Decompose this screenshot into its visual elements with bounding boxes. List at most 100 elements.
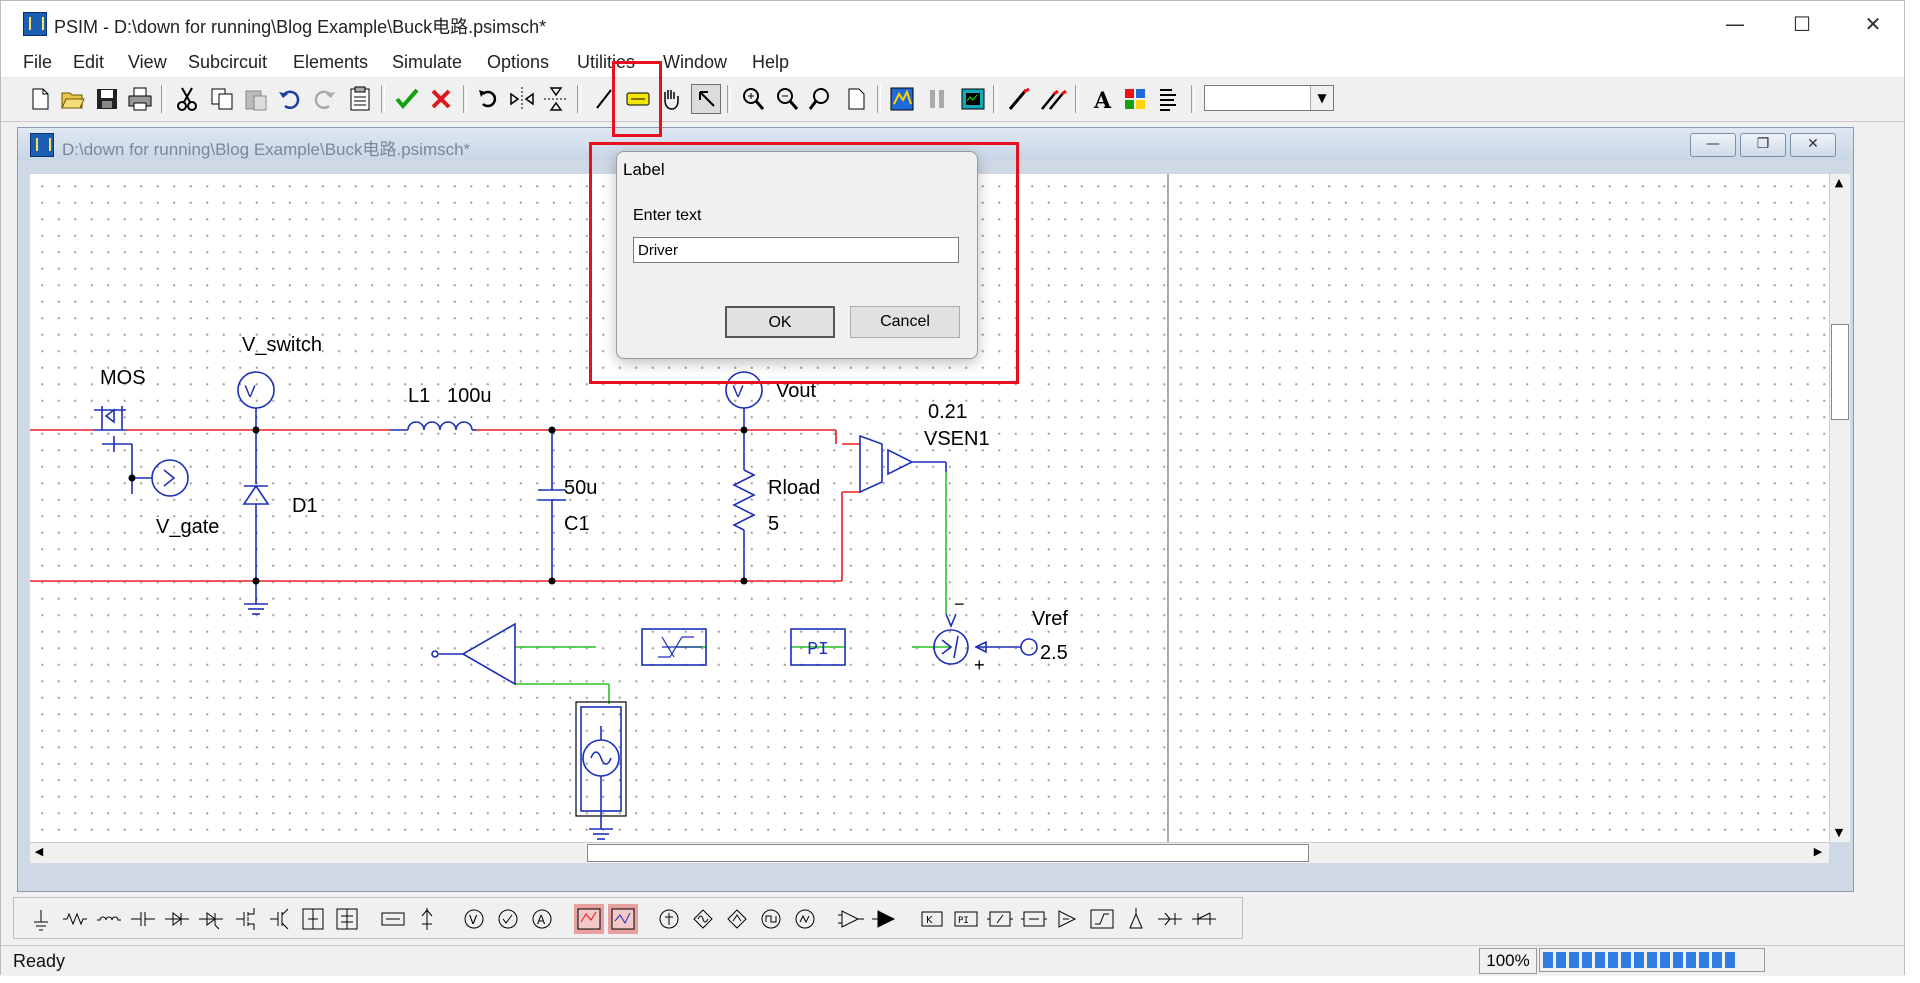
progress-segment xyxy=(1699,952,1709,968)
save-icon[interactable] xyxy=(92,84,122,114)
flip-tb-icon[interactable] xyxy=(541,84,571,114)
menu-view[interactable]: View xyxy=(128,52,167,73)
label-c1: C1 xyxy=(564,513,590,535)
mosfet-element-icon[interactable] xyxy=(230,904,260,934)
menu-window[interactable]: Window xyxy=(663,52,727,73)
vout-meter-text: V xyxy=(732,382,744,401)
ammeter-element-icon[interactable] xyxy=(493,904,523,934)
voltage-sensor-element-icon[interactable] xyxy=(1121,904,1151,934)
zoom-fit-icon[interactable] xyxy=(806,84,836,114)
zoom-level: 100% xyxy=(1479,948,1537,974)
transformer-element-icon[interactable] xyxy=(378,904,408,934)
label-v-gate: V_gate xyxy=(156,516,219,538)
svg-text:A: A xyxy=(537,913,546,927)
undo-icon[interactable] xyxy=(275,84,305,114)
pause-icon[interactable] xyxy=(922,84,952,114)
gain-element-icon[interactable]: K xyxy=(917,904,947,934)
progress-segment xyxy=(1686,952,1696,968)
menu-edit[interactable]: Edit xyxy=(73,52,104,73)
resistor-element-icon[interactable] xyxy=(60,904,90,934)
pi-controller-element-icon[interactable]: PI xyxy=(951,904,981,934)
diode-element-icon[interactable] xyxy=(162,904,192,934)
triangle-source-element-icon[interactable] xyxy=(790,904,820,934)
scroll-left-icon[interactable]: ◀ xyxy=(30,843,48,861)
meter-element-icon[interactable]: A xyxy=(527,904,557,934)
ac-source-element-icon[interactable] xyxy=(688,904,718,934)
pulse-source-element-icon[interactable] xyxy=(756,904,786,934)
menu-help[interactable]: Help xyxy=(752,52,789,73)
sensor-element-icon[interactable] xyxy=(412,904,442,934)
dc-source-element-icon[interactable] xyxy=(654,904,684,934)
progress-segment xyxy=(1621,952,1631,968)
maximize-icon[interactable]: ☐ xyxy=(1780,9,1824,39)
select-icon[interactable] xyxy=(691,84,721,114)
menu-options[interactable]: Options xyxy=(487,52,549,73)
child-minimize-icon[interactable]: — xyxy=(1690,133,1736,157)
probe-icon[interactable] xyxy=(1004,84,1034,114)
limiter-element-icon[interactable] xyxy=(1087,904,1117,934)
scope-element-icon[interactable] xyxy=(574,904,604,934)
ground-element-icon[interactable] xyxy=(26,904,56,934)
open-icon[interactable] xyxy=(58,84,88,114)
sine-source-element-icon[interactable] xyxy=(722,904,752,934)
v-gate-meter-icon xyxy=(151,459,189,497)
child-close-icon[interactable]: ✕ xyxy=(1790,133,1836,157)
scope2-element-icon[interactable] xyxy=(608,904,638,934)
scroll-up-icon[interactable]: ▲ xyxy=(1830,174,1848,192)
horizontal-scroll-thumb[interactable] xyxy=(587,844,1309,862)
run-simulation-icon[interactable] xyxy=(887,84,917,114)
diode-symbol xyxy=(242,430,270,581)
netlist-icon[interactable] xyxy=(1154,84,1184,114)
inductor-element-icon[interactable] xyxy=(94,904,124,934)
differentiator-element-icon[interactable] xyxy=(1019,904,1049,934)
menu-simulate[interactable]: Simulate xyxy=(392,52,462,73)
menu-file[interactable]: File xyxy=(23,52,52,73)
scroll-down-icon[interactable]: ▼ xyxy=(1830,824,1848,842)
redo-icon[interactable] xyxy=(309,84,339,114)
simview-icon[interactable] xyxy=(958,84,988,114)
vertical-scroll-thumb[interactable] xyxy=(1831,324,1849,420)
voltmeter-element-icon[interactable]: V xyxy=(459,904,489,934)
menu-elements[interactable]: Elements xyxy=(293,52,368,73)
thyristor-element-icon[interactable] xyxy=(196,904,226,934)
label-c-value: 50u xyxy=(564,477,597,499)
flip-lr-icon[interactable] xyxy=(507,84,537,114)
multi-probe-icon[interactable] xyxy=(1038,84,1068,114)
switch-element-icon[interactable] xyxy=(298,904,328,934)
relay-element-icon[interactable] xyxy=(1189,904,1219,934)
check-icon[interactable] xyxy=(392,84,422,114)
zoom-in-icon[interactable] xyxy=(738,84,768,114)
integrator-element-icon[interactable] xyxy=(985,904,1015,934)
current-sensor-element-icon[interactable] xyxy=(1155,904,1185,934)
opamp-element-icon[interactable] xyxy=(870,904,900,934)
horizontal-scrollbar[interactable]: ◀ ▶ xyxy=(30,842,1829,863)
minimize-icon[interactable]: — xyxy=(1713,9,1757,39)
vertical-scrollbar[interactable]: ▲ ▼ xyxy=(1829,174,1850,842)
clipboard-icon[interactable] xyxy=(345,84,375,114)
rotate-icon[interactable] xyxy=(473,84,503,114)
igbt-element-icon[interactable] xyxy=(264,904,294,934)
bi-switch-element-icon[interactable] xyxy=(332,904,362,934)
scroll-right-icon[interactable]: ▶ xyxy=(1809,843,1827,861)
element-list-icon[interactable] xyxy=(1120,84,1150,114)
capacitor-element-icon[interactable] xyxy=(128,904,158,934)
print-icon[interactable] xyxy=(125,84,155,114)
amplifier-element-icon[interactable] xyxy=(1053,904,1083,934)
text-icon[interactable]: A xyxy=(1086,84,1116,114)
zoom-out-icon[interactable] xyxy=(772,84,802,114)
copy-icon[interactable] xyxy=(207,84,237,114)
toolbar-combo[interactable]: ▼ xyxy=(1204,85,1334,111)
menu-subcircuit[interactable]: Subcircuit xyxy=(188,52,267,73)
chevron-down-icon[interactable]: ▼ xyxy=(1310,86,1333,110)
comparator-element-icon[interactable] xyxy=(836,904,866,934)
cut-icon[interactable] xyxy=(172,84,202,114)
new-icon[interactable] xyxy=(25,84,55,114)
label-d1: D1 xyxy=(292,495,318,517)
progress-segment xyxy=(1712,952,1722,968)
paste-icon[interactable] xyxy=(241,84,271,114)
summing-junction-symbol xyxy=(933,613,969,665)
close-icon[interactable]: ✕ xyxy=(1851,9,1895,39)
cross-icon[interactable] xyxy=(426,84,456,114)
page-icon[interactable] xyxy=(841,84,871,114)
child-restore-icon[interactable]: ❐ xyxy=(1740,133,1786,157)
